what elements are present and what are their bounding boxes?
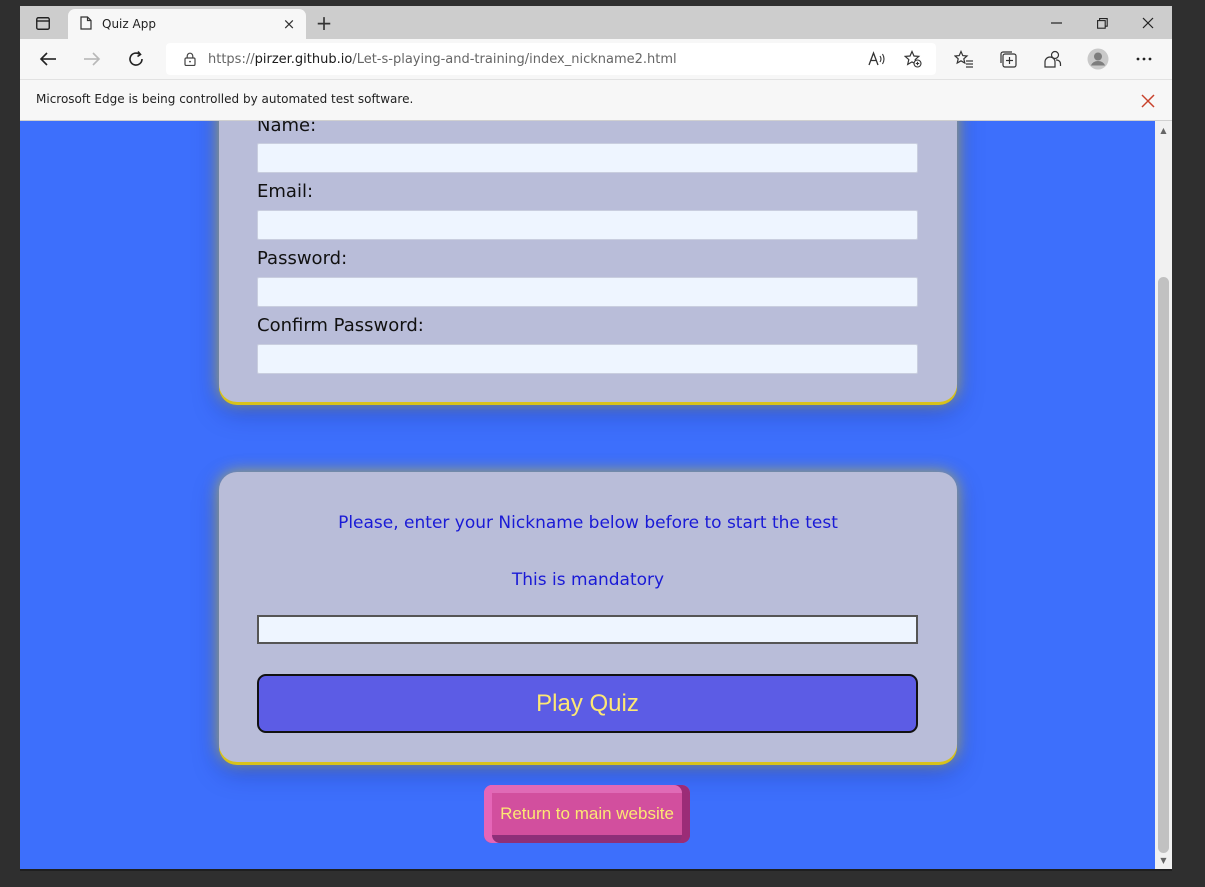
read-aloud-icon[interactable] (868, 51, 886, 67)
return-button-label: Return to main website (500, 804, 674, 823)
email-label: Email: (257, 181, 314, 202)
scroll-down-arrow-icon[interactable]: ▼ (1155, 853, 1172, 867)
vertical-scrollbar[interactable]: ▲ ▼ (1155, 121, 1172, 869)
lock-icon[interactable] (184, 52, 196, 66)
email-input[interactable] (257, 210, 918, 240)
url-path: /Let-s-playing-and-training/index_nickna… (352, 51, 677, 67)
minimize-icon[interactable] (1036, 10, 1076, 36)
tab-quiz-app[interactable]: Quiz App × (68, 9, 306, 39)
tab-strip: Quiz App × + (20, 6, 1172, 39)
nickname-prompt: Please, enter your Nickname below before… (338, 513, 838, 533)
password-input[interactable] (257, 277, 918, 307)
nickname-input[interactable] (257, 615, 918, 644)
url-text: https://pirzer.github.io/Let-s-playing-a… (208, 52, 677, 67)
page-icon (80, 15, 92, 34)
name-input[interactable] (257, 143, 918, 173)
profile-avatar[interactable] (1084, 46, 1112, 72)
tab-close-icon[interactable]: × (278, 13, 300, 35)
url-host: pirzer.github.io (254, 51, 353, 67)
password-label: Password: (257, 248, 348, 269)
forward-icon[interactable] (78, 46, 106, 72)
restore-icon[interactable] (1082, 10, 1122, 36)
infobar-close-icon[interactable] (1138, 91, 1158, 111)
new-tab-button[interactable]: + (312, 11, 336, 35)
scroll-up-arrow-icon[interactable]: ▲ (1155, 123, 1172, 137)
infobar-text: Microsoft Edge is being controlled by au… (36, 92, 414, 106)
play-quiz-button[interactable]: Play Quiz (257, 674, 918, 733)
return-to-main-website-button[interactable]: Return to main website (484, 785, 690, 843)
mandatory-note: This is mandatory (511, 570, 665, 590)
favorites-icon[interactable] (950, 46, 978, 72)
page-viewport: Name: Email: Password: Confirm Password:… (20, 121, 1155, 869)
extensions-icon[interactable] (1038, 46, 1066, 72)
registration-card: Name: Email: Password: Confirm Password: (219, 121, 957, 402)
refresh-icon[interactable] (122, 46, 150, 72)
add-favorite-icon[interactable] (904, 50, 922, 68)
url-scheme: https:// (208, 51, 255, 67)
more-options-icon[interactable] (1130, 46, 1158, 72)
collections-icon[interactable] (994, 46, 1022, 72)
browser-toolbar: https://pirzer.github.io/Let-s-playing-a… (20, 39, 1172, 79)
browser-window: Quiz App × + https://pirzer.github.io/Le… (20, 6, 1172, 871)
address-bar[interactable]: https://pirzer.github.io/Let-s-playing-a… (166, 43, 936, 75)
scrollbar-thumb[interactable] (1158, 277, 1169, 853)
tab-title: Quiz App (102, 17, 156, 31)
automation-infobar: Microsoft Edge is being controlled by au… (20, 79, 1172, 121)
close-window-icon[interactable] (1128, 10, 1168, 36)
back-icon[interactable] (34, 46, 62, 72)
window-bottom-edge (20, 869, 1172, 871)
confirm-password-label: Confirm Password: (257, 315, 424, 336)
confirm-password-input[interactable] (257, 344, 918, 374)
tab-actions-icon[interactable] (32, 13, 54, 33)
name-label: Name: (257, 121, 317, 136)
nickname-card: Please, enter your Nickname below before… (219, 472, 957, 762)
